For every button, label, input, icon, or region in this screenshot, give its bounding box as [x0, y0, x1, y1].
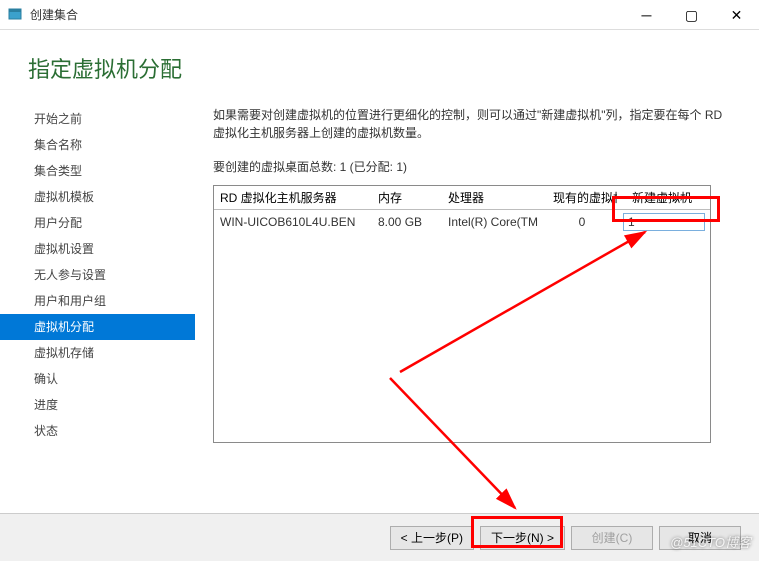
sidebar-item-unattended-settings[interactable]: 无人参与设置 — [0, 262, 195, 288]
minimize-button[interactable]: ─ — [624, 0, 669, 30]
titlebar: 创建集合 ─ ▢ ✕ — [0, 0, 759, 30]
th-existing-vm[interactable]: 现有的虚拟机 — [547, 186, 617, 209]
table-row[interactable]: WIN-UICOB610L4U.BEN 8.00 GB Intel(R) Cor… — [214, 210, 710, 234]
sidebar-item-collection-type[interactable]: 集合类型 — [0, 158, 195, 184]
sidebar-item-vm-template[interactable]: 虚拟机模板 — [0, 184, 195, 210]
page-title: 指定虚拟机分配 — [0, 30, 759, 102]
sidebar-item-status[interactable]: 状态 — [0, 418, 195, 444]
sidebar-item-vm-allocation[interactable]: 虚拟机分配 — [0, 314, 195, 340]
table-header-row: RD 虚拟化主机服务器 内存 处理器 现有的虚拟机 新建虚拟机 — [214, 186, 710, 210]
vm-allocation-table: RD 虚拟化主机服务器 内存 处理器 现有的虚拟机 新建虚拟机 WIN-UICO… — [213, 185, 711, 443]
th-server[interactable]: RD 虚拟化主机服务器 — [214, 186, 372, 209]
app-icon — [8, 7, 24, 23]
sidebar-item-user-assignment[interactable]: 用户分配 — [0, 210, 195, 236]
close-button[interactable]: ✕ — [714, 0, 759, 30]
cancel-button[interactable]: 取消 — [659, 526, 741, 550]
window-title: 创建集合 — [30, 6, 78, 23]
totals-label: 要创建的虚拟桌面总数: 1 (已分配: 1) — [213, 158, 735, 175]
sidebar-item-users-groups[interactable]: 用户和用户组 — [0, 288, 195, 314]
cell-new — [617, 210, 707, 234]
th-new-vm[interactable]: 新建虚拟机 — [617, 186, 707, 209]
prev-button[interactable]: < 上一步(P) — [390, 526, 474, 550]
cell-memory: 8.00 GB — [372, 212, 442, 232]
content-area: 开始之前 集合名称 集合类型 虚拟机模板 用户分配 虚拟机设置 无人参与设置 用… — [0, 102, 759, 513]
sidebar-item-before-begin[interactable]: 开始之前 — [0, 106, 195, 132]
wizard-buttons: < 上一步(P) 下一步(N) > 创建(C) 取消 — [0, 513, 759, 561]
maximize-button[interactable]: ▢ — [669, 0, 714, 30]
sidebar-item-progress[interactable]: 进度 — [0, 392, 195, 418]
th-processor[interactable]: 处理器 — [442, 186, 547, 209]
cell-existing: 0 — [547, 212, 617, 232]
sidebar-item-confirm[interactable]: 确认 — [0, 366, 195, 392]
sidebar-item-vm-settings[interactable]: 虚拟机设置 — [0, 236, 195, 262]
sidebar-item-collection-name[interactable]: 集合名称 — [0, 132, 195, 158]
next-button[interactable]: 下一步(N) > — [480, 526, 565, 550]
main-panel: 如果需要对创建虚拟机的位置进行更细化的控制，则可以通过"新建虚拟机"列，指定要在… — [195, 102, 759, 513]
create-button[interactable]: 创建(C) — [571, 526, 653, 550]
cell-server: WIN-UICOB610L4U.BEN — [214, 212, 372, 232]
wizard-sidebar: 开始之前 集合名称 集合类型 虚拟机模板 用户分配 虚拟机设置 无人参与设置 用… — [0, 102, 195, 513]
window-controls: ─ ▢ ✕ — [624, 0, 759, 30]
th-memory[interactable]: 内存 — [372, 186, 442, 209]
description-text: 如果需要对创建虚拟机的位置进行更细化的控制，则可以通过"新建虚拟机"列，指定要在… — [213, 106, 735, 142]
new-vm-input[interactable] — [623, 213, 705, 231]
cell-processor: Intel(R) Core(TM — [442, 212, 547, 232]
sidebar-item-vm-storage[interactable]: 虚拟机存储 — [0, 340, 195, 366]
